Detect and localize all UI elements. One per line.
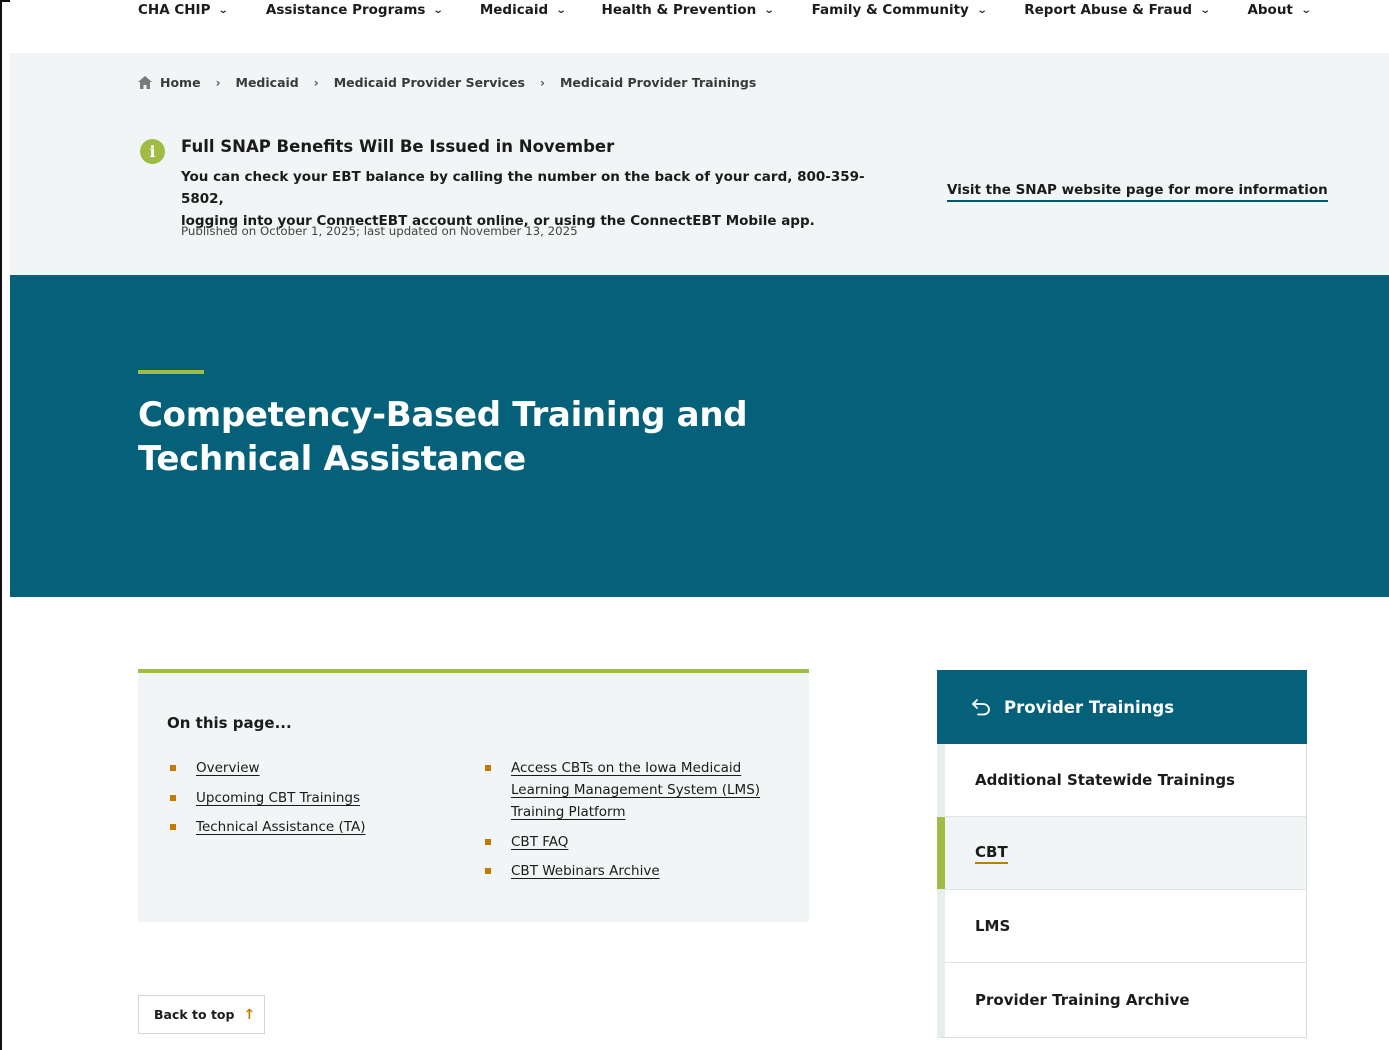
nav-item-health-prevention[interactable]: Health & Prevention ⌄ [602, 2, 775, 18]
anchor-link-technical-assistance[interactable]: Technical Assistance (TA) [196, 819, 365, 835]
hero-banner: Competency-Based Training and Technical … [10, 275, 1389, 597]
sidebar-item-cbt[interactable]: CBT [937, 817, 1306, 890]
alert-body-line1: You can check your EBT balance by callin… [181, 169, 865, 207]
sidebar-title: Provider Trainings [1004, 697, 1175, 717]
anchor-link-overview[interactable]: Overview [196, 760, 260, 776]
breadcrumb-medicaid[interactable]: Medicaid [236, 75, 299, 90]
breadcrumb: Home › Medicaid › Medicaid Provider Serv… [138, 75, 756, 90]
list-item: Access CBTs on the Iowa Medicaid Learnin… [483, 757, 783, 823]
chevron-down-icon: ⌄ [555, 4, 567, 16]
breadcrumb-home[interactable]: Home [160, 75, 201, 90]
chevron-down-icon: ⌄ [763, 4, 775, 16]
chevron-right-icon: › [539, 75, 545, 90]
alert-band: Home › Medicaid › Medicaid Provider Serv… [10, 53, 1389, 275]
chevron-down-icon: ⌄ [218, 4, 230, 16]
home-icon [138, 76, 152, 89]
sidebar-item-lms[interactable]: LMS [945, 890, 1306, 963]
page-title: Competency-Based Training and Technical … [138, 395, 748, 479]
chevron-down-icon: ⌄ [1300, 4, 1312, 16]
on-this-page-list-right: Access CBTs on the Iowa Medicaid Learnin… [483, 757, 783, 890]
list-item: Overview [168, 757, 448, 779]
snap-website-link[interactable]: Visit the SNAP website page for more inf… [947, 182, 1328, 202]
list-item: Upcoming CBT Trainings [168, 787, 448, 809]
nav-item-about[interactable]: About ⌄ [1247, 2, 1312, 18]
chevron-down-icon: ⌄ [976, 4, 988, 16]
chevron-down-icon: ⌄ [1199, 4, 1211, 16]
nav-item-assistance-programs[interactable]: Assistance Programs ⌄ [266, 2, 445, 18]
breadcrumb-current: Medicaid Provider Trainings [559, 75, 757, 90]
nav-item-cha-chip[interactable]: CHA CHIP ⌄ [138, 2, 230, 18]
arrow-up-icon: ↑ [243, 1006, 256, 1023]
anchor-link-access-cbts-lms[interactable]: Access CBTs on the Iowa Medicaid Learnin… [511, 760, 760, 820]
back-to-top-button[interactable]: Back to top ↑ [138, 995, 265, 1034]
hero-accent-bar [138, 370, 204, 374]
breadcrumb-medicaid-provider-services[interactable]: Medicaid Provider Services [334, 75, 525, 90]
nav-item-family-community[interactable]: Family & Community ⌄ [812, 2, 988, 18]
info-icon: i [140, 139, 165, 164]
chevron-right-icon: › [313, 75, 319, 90]
alert-published-date: Published on October 1, 2025; last updat… [181, 224, 578, 238]
on-this-page-list-left: Overview Upcoming CBT Trainings Technica… [168, 757, 448, 846]
main-nav: CHA CHIP ⌄ Assistance Programs ⌄ Medicaid ⌄… [10, 0, 1389, 53]
provider-trainings-sidebar: Provider Trainings Additional Statewide … [937, 670, 1307, 1038]
on-this-page-box: On this page... Overview Upcoming CBT Tr… [138, 669, 809, 922]
return-arrow-icon [972, 699, 990, 716]
anchor-link-upcoming-cbt-trainings[interactable]: Upcoming CBT Trainings [196, 790, 360, 806]
nav-item-report-abuse-fraud[interactable]: Report Abuse & Fraud ⌄ [1024, 2, 1211, 18]
nav-item-medicaid[interactable]: Medicaid ⌄ [480, 2, 567, 18]
chevron-right-icon: › [215, 75, 221, 90]
alert-body: You can check your EBT balance by callin… [181, 166, 901, 232]
list-item: CBT FAQ [483, 831, 783, 853]
sidebar-item-provider-training-archive[interactable]: Provider Training Archive [945, 963, 1306, 1036]
on-this-page-heading: On this page... [167, 714, 292, 732]
sidebar-header-back-link[interactable]: Provider Trainings [937, 670, 1307, 744]
list-item: CBT Webinars Archive [483, 860, 783, 882]
alert-title: Full SNAP Benefits Will Be Issued in Nov… [181, 137, 615, 156]
chevron-down-icon: ⌄ [433, 4, 445, 16]
anchor-link-cbt-webinars-archive[interactable]: CBT Webinars Archive [511, 863, 660, 879]
list-item: Technical Assistance (TA) [168, 816, 448, 838]
sidebar-item-additional-statewide-trainings[interactable]: Additional Statewide Trainings [945, 744, 1306, 817]
anchor-link-cbt-faq[interactable]: CBT FAQ [511, 834, 568, 850]
